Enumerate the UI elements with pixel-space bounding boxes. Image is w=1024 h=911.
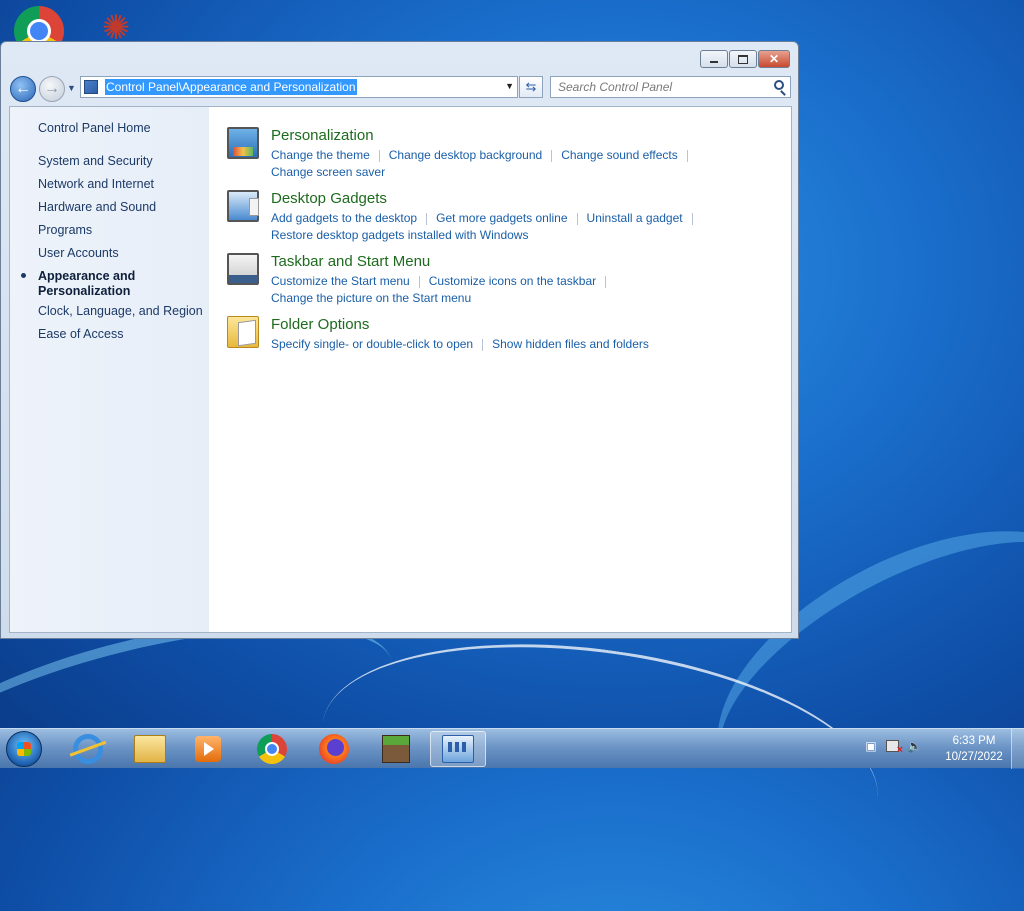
taskbar: ▣ 🔈 6:33 PM 10/27/2022 [0, 728, 1024, 769]
recent-pages-dropdown[interactable]: ▼ [67, 83, 76, 93]
desktop-gadgets-icon[interactable] [227, 190, 259, 222]
section-title[interactable]: Desktop Gadgets [271, 190, 387, 207]
taskbar-icon[interactable] [227, 253, 259, 285]
link-change-start-menu-picture[interactable]: Change the picture on the Start menu [271, 291, 471, 305]
link-separator [551, 149, 553, 162]
back-button[interactable]: ← [10, 76, 36, 102]
control-panel-window: ✕ ← → ▼ Control Panel\Appearance and Per… [0, 41, 799, 639]
system-clock[interactable]: 6:33 PM 10/27/2022 [940, 733, 1008, 765]
address-path[interactable]: Control Panel\Appearance and Personaliza… [105, 79, 357, 95]
arrow-left-icon: ← [15, 80, 31, 97]
nav-user-accounts[interactable]: User Accounts [38, 246, 119, 260]
minecraft-icon [382, 735, 410, 763]
link-separator [378, 149, 380, 162]
nav-programs[interactable]: Programs [38, 223, 92, 237]
maximize-button[interactable] [729, 50, 757, 68]
search-box[interactable]: Search Control Panel [550, 76, 791, 98]
link-change-sound-effects[interactable]: Change sound effects [561, 148, 678, 162]
link-separator [426, 212, 428, 225]
section-title[interactable]: Folder Options [271, 316, 369, 333]
link-separator [576, 212, 578, 225]
internet-explorer-icon [73, 734, 103, 764]
link-restore-gadgets[interactable]: Restore desktop gadgets installed with W… [271, 228, 528, 242]
nav-control-panel-home[interactable]: Control Panel Home [38, 121, 151, 135]
nav-network-and-internet[interactable]: Network and Internet [38, 177, 154, 191]
link-customize-start-menu[interactable]: Customize the Start menu [271, 274, 410, 288]
link-change-desktop-background[interactable]: Change desktop background [389, 148, 542, 162]
link-separator [605, 275, 607, 288]
maximize-icon [738, 54, 748, 64]
nav-current-line2: Personalization [38, 284, 131, 298]
nav-clock-language-region[interactable]: Clock, Language, and Region [38, 304, 203, 318]
left-navigation-pane: Control Panel Home System and Security N… [10, 107, 209, 632]
link-single-double-click[interactable]: Specify single- or double-click to open [271, 337, 473, 351]
search-icon[interactable] [774, 80, 784, 90]
section-links: Specify single- or double-click to open S… [271, 336, 741, 353]
clock-date: 10/27/2022 [945, 751, 1003, 763]
firefox-icon [319, 734, 349, 764]
link-add-gadgets[interactable]: Add gadgets to the desktop [271, 211, 417, 225]
minimize-button[interactable] [700, 50, 728, 68]
start-button[interactable] [6, 731, 42, 767]
media-player-icon [195, 736, 221, 762]
link-separator [686, 149, 688, 162]
personalization-icon[interactable] [227, 127, 259, 159]
chrome-icon [257, 734, 287, 764]
nav-hardware-and-sound[interactable]: Hardware and Sound [38, 200, 156, 214]
taskbar-control-panel[interactable] [430, 731, 486, 767]
section-title[interactable]: Taskbar and Start Menu [271, 253, 430, 270]
category-pane: Personalization Change the theme Change d… [209, 107, 791, 632]
address-dropdown-button[interactable]: ▼ [505, 81, 514, 91]
nav-appearance-and-personalization[interactable]: Appearance and Personalization [38, 269, 135, 299]
link-show-hidden-files[interactable]: Show hidden files and folders [492, 337, 649, 351]
link-change-screen-saver[interactable]: Change screen saver [271, 165, 385, 179]
nav-system-and-security[interactable]: System and Security [38, 154, 153, 168]
control-panel-icon [442, 735, 474, 763]
section-links: Change the theme Change desktop backgroun… [271, 147, 741, 181]
network-icon[interactable]: ▣ [864, 739, 878, 753]
refresh-icon: ⇆ [525, 79, 537, 94]
clock-time: 6:33 PM [952, 735, 996, 747]
navigation-bar: ← → ▼ Control Panel\Appearance and Perso… [9, 75, 791, 103]
forward-button[interactable]: → [39, 76, 65, 102]
refresh-button[interactable]: ⇆ [519, 76, 543, 98]
taskbar-media-player[interactable] [180, 731, 236, 767]
nav-ease-of-access[interactable]: Ease of Access [38, 327, 123, 341]
volume-icon[interactable]: 🔈 [907, 739, 922, 753]
folder-options-icon[interactable] [227, 316, 259, 348]
search-placeholder: Search Control Panel [558, 80, 673, 94]
taskbar-minecraft[interactable] [368, 731, 424, 767]
section-title[interactable]: Personalization [271, 127, 374, 144]
minimize-icon [710, 61, 718, 63]
arrow-right-icon: → [44, 80, 60, 97]
link-separator [691, 212, 693, 225]
taskbar-chrome[interactable] [244, 731, 300, 767]
taskbar-internet-explorer[interactable] [60, 731, 116, 767]
link-separator [418, 275, 420, 288]
close-button[interactable]: ✕ [758, 50, 790, 68]
link-customize-taskbar-icons[interactable]: Customize icons on the taskbar [429, 274, 596, 288]
control-panel-icon [84, 80, 98, 94]
link-get-more-gadgets[interactable]: Get more gadgets online [436, 211, 567, 225]
window-caption-buttons: ✕ [700, 50, 790, 68]
section-links: Add gadgets to the desktop Get more gadge… [271, 210, 741, 244]
content-area: Control Panel Home System and Security N… [9, 106, 792, 633]
link-change-theme[interactable]: Change the theme [271, 148, 370, 162]
show-desktop-button[interactable] [1011, 729, 1024, 769]
action-center-flag-icon[interactable] [886, 740, 903, 756]
link-uninstall-gadget[interactable]: Uninstall a gadget [587, 211, 683, 225]
taskbar-windows-explorer[interactable] [122, 731, 178, 767]
taskbar-firefox[interactable] [306, 731, 362, 767]
nav-current-line1: Appearance and [38, 269, 136, 283]
close-icon: ✕ [768, 52, 780, 66]
folder-icon [134, 735, 166, 763]
section-links: Customize the Start menu Customize icons … [271, 273, 741, 307]
address-bar[interactable]: Control Panel\Appearance and Personaliza… [80, 76, 529, 98]
current-item-bullet [21, 273, 26, 278]
system-tray: ▣ 🔈 [864, 739, 922, 756]
link-separator [482, 338, 484, 351]
